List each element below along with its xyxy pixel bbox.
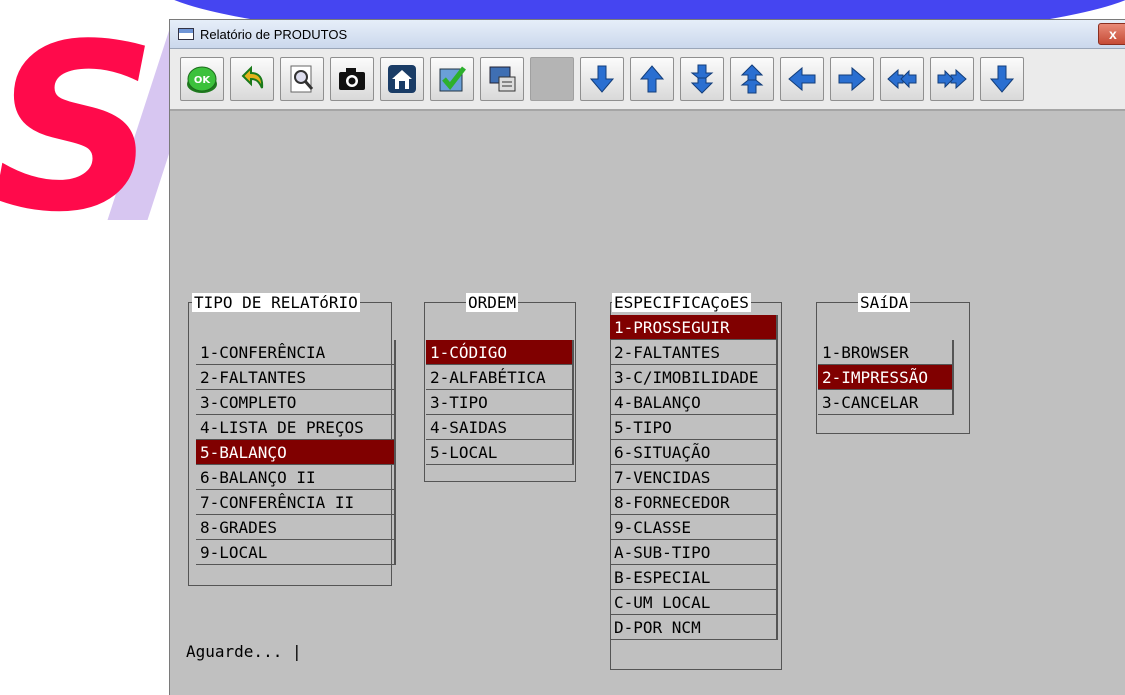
menu-option[interactable]: 8-FORNECEDOR [610, 490, 778, 515]
menu-option[interactable]: 5-LOCAL [426, 440, 574, 465]
menu-title: ORDEM [466, 293, 519, 312]
window-icon [178, 28, 194, 40]
menu-tipo-relatorio: TIPO DE RELATóRIO 1-CONFERÊNCIA 2-FALTANT… [186, 290, 396, 596]
confirm-button[interactable] [430, 57, 474, 101]
undo-arrow-icon [241, 65, 264, 89]
page-down-button[interactable] [680, 57, 724, 101]
menu-items: 1-CÓDIGO 2-ALFABÉTICA 3-TIPO 4-SAIDAS 5-LOCA… [426, 340, 574, 465]
menu-option[interactable]: 2-ALFABÉTICA [426, 365, 574, 390]
double-arrow-right-icon [937, 68, 967, 90]
menu-ordem: ORDEM 1-CÓDIGO 2-ALFABÉTICA 3-TIPO 4-SAIDAS… [422, 290, 578, 482]
close-button[interactable]: x [1098, 23, 1125, 45]
undo-button[interactable] [230, 57, 274, 101]
window-title: Relatório de PRODUTOS [200, 26, 348, 42]
menu-especificacoes: ESPECIFICAÇoES 1-PROSSEGUIR 2-FALTANTES 3-… [608, 290, 784, 670]
menu-option[interactable]: 3-C/IMOBILIDADE [610, 365, 778, 390]
menu-saida: SAíDA 1-BROWSER 2-IMPRESSÃO 3-CANCELAR [814, 290, 972, 434]
title-bar: Relatório de PRODUTOS x [170, 20, 1125, 49]
menu-title: TIPO DE RELATóRIO [192, 293, 360, 312]
page-left-button[interactable] [880, 57, 924, 101]
arrow-right-icon [838, 66, 866, 92]
arrow-down-end-icon [989, 65, 1015, 93]
home-icon [388, 65, 416, 93]
report-window: Relatório de PRODUTOS x OK TIPO DE RELAT… [170, 20, 1125, 695]
menu-option[interactable]: D-POR NCM [610, 615, 778, 640]
ok-label: OK [194, 75, 212, 86]
move-right-button[interactable] [830, 57, 874, 101]
menu-option[interactable]: 1-CONFERÊNCIA [196, 340, 396, 365]
camera-button[interactable] [330, 57, 374, 101]
menu-option[interactable]: 2-FALTANTES [610, 340, 778, 365]
menu-option[interactable]: 6-SITUAÇÃO [610, 440, 778, 465]
menu-items: 1-PROSSEGUIR 2-FALTANTES 3-C/IMOBILIDADE 4-… [610, 315, 778, 640]
arrow-up-icon [639, 65, 665, 93]
menu-option[interactable]: 7-CONFERÊNCIA II [196, 490, 396, 515]
checkmark-icon [439, 66, 466, 92]
menu-option[interactable]: 2-IMPRESSÃO [818, 365, 954, 390]
menu-option[interactable]: 3-TIPO [426, 390, 574, 415]
page-right-button[interactable] [930, 57, 974, 101]
arrow-down-icon [589, 65, 615, 93]
double-arrow-up-icon [740, 64, 764, 94]
menu-title: SAíDA [858, 293, 911, 312]
menu-option[interactable]: 4-LISTA DE PREÇOS [196, 415, 396, 440]
menu-option[interactable]: 1-BROWSER [818, 340, 954, 365]
menu-option[interactable]: 9-CLASSE [610, 515, 778, 540]
menu-items: 1-CONFERÊNCIA 2-FALTANTES 3-COMPLETO 4-LIST… [196, 340, 396, 565]
preview-button[interactable] [280, 57, 324, 101]
arrow-left-icon [788, 66, 816, 92]
toolbar: OK [170, 49, 1125, 111]
move-up-button[interactable] [630, 57, 674, 101]
blank-toolbar-slot [530, 57, 574, 101]
home-button[interactable] [380, 57, 424, 101]
ok-button[interactable]: OK [180, 57, 224, 101]
menu-option[interactable]: 8-GRADES [196, 515, 396, 540]
menu-title: ESPECIFICAÇoES [612, 293, 751, 312]
print-setup-button[interactable] [480, 57, 524, 101]
menu-option[interactable]: 9-LOCAL [196, 540, 396, 565]
camera-icon [339, 68, 365, 90]
menu-option[interactable]: B-ESPECIAL [610, 565, 778, 590]
menu-items: 1-BROWSER 2-IMPRESSÃO 3-CANCELAR [818, 340, 954, 415]
preview-magnifier-icon [290, 65, 314, 93]
menu-option[interactable]: A-SUB-TIPO [610, 540, 778, 565]
menu-option[interactable]: 6-BALANÇO II [196, 465, 396, 490]
menu-option[interactable]: 4-SAIDAS [426, 415, 574, 440]
move-end-button[interactable] [980, 57, 1024, 101]
double-arrow-down-icon [690, 64, 714, 94]
move-left-button[interactable] [780, 57, 824, 101]
menu-option[interactable]: 3-CANCELAR [818, 390, 954, 415]
menu-option[interactable]: 7-VENCIDAS [610, 465, 778, 490]
status-text: Aguarde... | [186, 642, 302, 661]
menu-option[interactable]: 1-PROSSEGUIR [610, 315, 778, 340]
menu-option[interactable]: 5-TIPO [610, 415, 778, 440]
menu-option[interactable]: 1-CÓDIGO [426, 340, 574, 365]
double-arrow-left-icon [887, 68, 917, 90]
menu-option[interactable]: 3-COMPLETO [196, 390, 396, 415]
menu-option[interactable]: 4-BALANÇO [610, 390, 778, 415]
report-content: TIPO DE RELATóRIO 1-CONFERÊNCIA 2-FALTANT… [170, 110, 1125, 695]
move-down-button[interactable] [580, 57, 624, 101]
ok-button-icon: OK [187, 66, 217, 93]
menu-option[interactable]: 5-BALANÇO [196, 440, 396, 465]
menu-option[interactable]: C-UM LOCAL [610, 590, 778, 615]
watermark-s-logo: S [0, 0, 158, 263]
page-up-button[interactable] [730, 57, 774, 101]
computer-printer-icon [489, 66, 516, 92]
menu-option[interactable]: 2-FALTANTES [196, 365, 396, 390]
